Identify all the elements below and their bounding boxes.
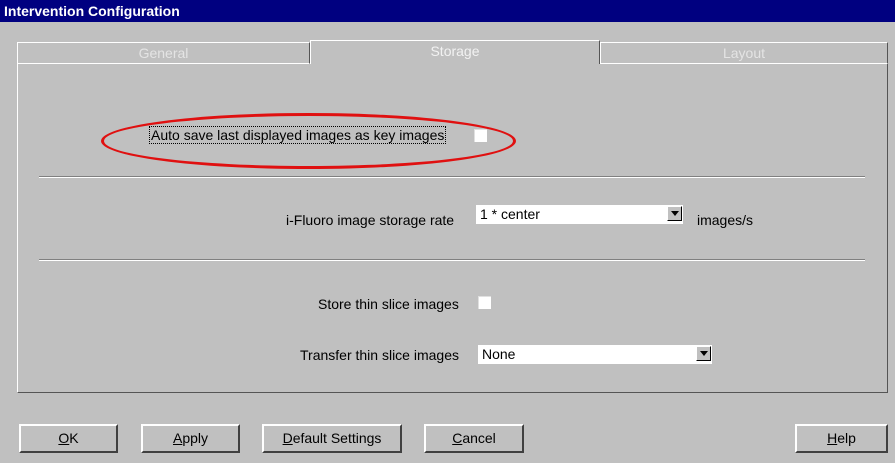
auto-save-checkbox[interactable]	[474, 129, 487, 142]
cancel-mnemonic: C	[452, 430, 463, 446]
apply-label: pply	[182, 430, 209, 446]
transfer-thin-value: None	[482, 346, 516, 362]
apply-button[interactable]: Apply	[141, 424, 240, 453]
default-settings-label: efault Settings	[292, 430, 382, 446]
storage-rate-unit: images/s	[697, 212, 754, 228]
help-mnemonic: H	[827, 430, 838, 446]
cancel-button[interactable]: Cancel	[424, 424, 524, 453]
chevron-down-icon[interactable]	[667, 206, 682, 221]
storage-rate-dropdown[interactable]: 1 * center	[476, 205, 683, 224]
default-settings-button[interactable]: Default Settings	[262, 424, 402, 453]
apply-mnemonic: A	[172, 430, 183, 446]
tab-storage[interactable]: Storage	[310, 40, 600, 64]
window-title: Intervention Configuration	[0, 0, 895, 22]
tab-layout[interactable]: Layout	[600, 42, 888, 64]
storage-rate-label: i-Fluoro image storage rate	[286, 212, 455, 228]
auto-save-label: Auto save last displayed images as key i…	[149, 126, 447, 144]
default-settings-mnemonic: D	[282, 430, 293, 446]
storage-rate-value: 1 * center	[480, 206, 540, 222]
help-button[interactable]: Help	[795, 424, 888, 453]
tab-general[interactable]: General	[17, 42, 310, 64]
transfer-thin-dropdown[interactable]: None	[478, 345, 712, 364]
cancel-label: ancel	[462, 430, 496, 446]
store-thin-label: Store thin slice images	[318, 296, 459, 312]
separator-2	[39, 259, 865, 261]
store-thin-checkbox[interactable]	[478, 296, 491, 309]
ok-mnemonic: O	[58, 430, 70, 446]
separator-1	[39, 176, 865, 178]
transfer-thin-label: Transfer thin slice images	[300, 347, 459, 363]
help-label: elp	[837, 430, 856, 446]
ok-button[interactable]: OK	[19, 424, 118, 453]
storage-tab-panel	[17, 64, 888, 393]
ok-label: K	[69, 430, 79, 446]
chevron-down-icon[interactable]	[696, 346, 711, 361]
